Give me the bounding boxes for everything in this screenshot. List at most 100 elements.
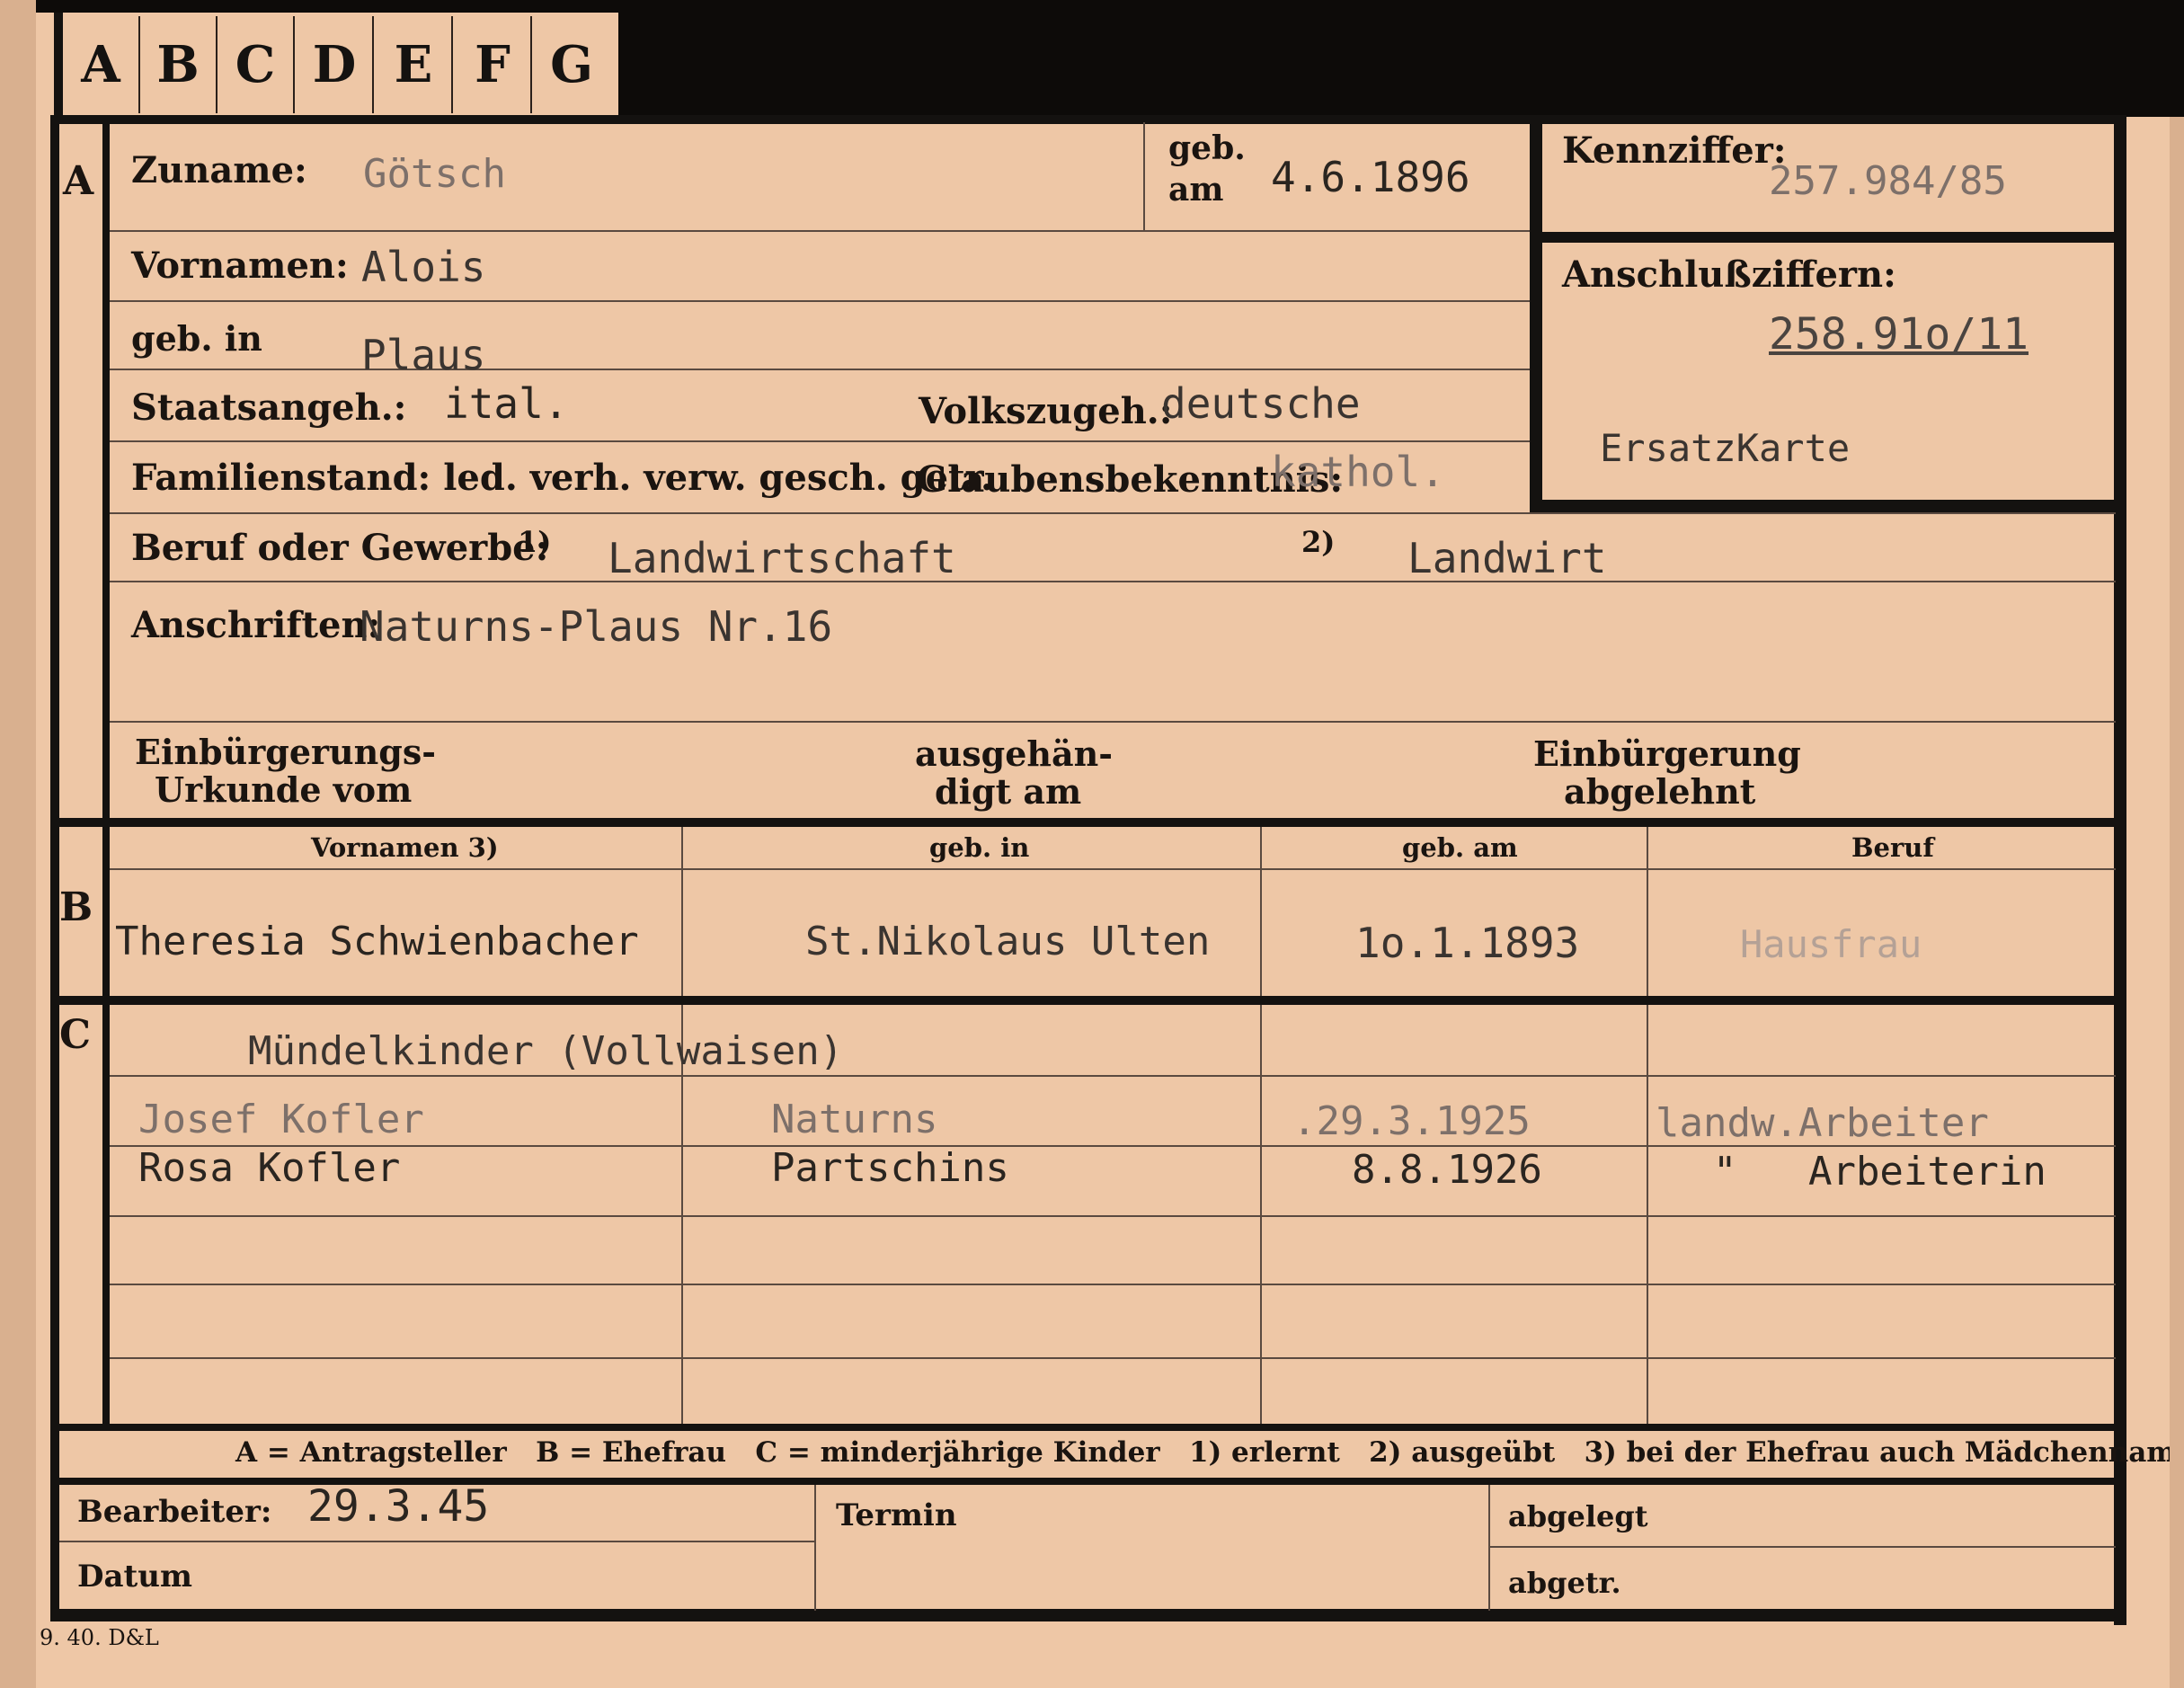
card-left-margin [0, 0, 36, 1688]
rule [814, 1485, 816, 1611]
rule [110, 721, 2116, 723]
rule [110, 1215, 2116, 1217]
frame-left [50, 115, 59, 1609]
vornamen-value: Alois [361, 243, 486, 291]
section-c-top [50, 996, 2117, 1005]
rule [110, 1075, 2116, 1077]
print-code: 9. 40. D&L [40, 1625, 159, 1650]
child-1-occupation: landw.Arbeiter [1656, 1100, 1989, 1146]
kennziffer-box-bottom [1530, 500, 2116, 512]
rule [110, 369, 1530, 370]
abgetragen-label: abgetr. [1508, 1566, 1621, 1600]
anschluss-label: Anschlußziffern: [1562, 253, 1896, 296]
geb-label: geb. [1168, 129, 1246, 167]
card-top-edge [618, 0, 2184, 117]
rule [1647, 827, 1648, 999]
anschriften-value: Naturns-Plaus Nr.16 [360, 602, 833, 651]
birth-date: 4.6.1896 [1271, 153, 1470, 201]
rule [110, 230, 1530, 232]
rule [1488, 1485, 1490, 1611]
child-2-birthdate: 8.8.1926 [1352, 1147, 1542, 1193]
am-label: am [1168, 171, 1224, 209]
child-1-birthdate: .29.3.1925 [1292, 1098, 1531, 1144]
geburtsort-label: geb. in [131, 318, 262, 359]
rule [1143, 122, 1145, 230]
card-top-left-edge [0, 0, 618, 13]
vornamen-label: Vornamen: [131, 244, 349, 287]
section-a-label: A [63, 158, 94, 204]
rule [1490, 1546, 2116, 1548]
spouse-occupation: Hausfrau [1740, 922, 1922, 966]
frame-top [50, 115, 2126, 124]
child-1-name: Josef Kofler [138, 1097, 424, 1142]
child-2-name: Rosa Kofler [138, 1145, 401, 1191]
geburtsort-value: Plaus [361, 331, 486, 379]
beruf-ausgeuebt: Landwirt [1407, 534, 1607, 582]
rule [110, 581, 2116, 582]
volkszugehoerigkeit-value: deutsche [1161, 379, 1361, 428]
section-c-rail [102, 996, 110, 1429]
card-right-edge [2170, 117, 2184, 1688]
tab-e[interactable]: E [376, 16, 453, 113]
tab-d[interactable]: D [297, 16, 374, 113]
registration-card: A B C D E F G A B C Zuname: Götsch geb. … [0, 0, 2184, 1688]
rule [1260, 827, 1262, 999]
child-2-birthplace: Partschins [771, 1145, 1009, 1191]
ausgehaendigt-label-2: digt am [935, 771, 1082, 812]
rule [59, 1541, 814, 1542]
section-c-label: C [59, 1012, 92, 1058]
anschriften-label: Anschriften: [131, 604, 381, 646]
beruf-note-1: 1) [518, 525, 552, 559]
ersatzkarte-stamp: ErsatzKarte [1600, 426, 1851, 470]
rule [110, 1357, 2116, 1359]
volkszugehoerigkeit-label: Volkszugeh.: [919, 390, 1173, 432]
beruf-label: Beruf oder Gewerbe: [131, 527, 549, 569]
zuname-label: Zuname: [131, 149, 307, 191]
abgelegt-label: abgelegt [1508, 1499, 1648, 1533]
child-2-occupation: " Arbeiterin [1713, 1149, 2046, 1195]
rule [110, 1284, 2116, 1285]
child-1-birthplace: Naturns [771, 1097, 938, 1142]
kennziffer-value: 257.984/85 [1769, 158, 2007, 204]
section-b-label: B [59, 884, 93, 930]
frame-bottom [50, 1609, 2126, 1621]
beruf-note-2: 2) [1301, 525, 1336, 559]
rule [110, 868, 2116, 870]
termin-label: Termin [836, 1497, 957, 1533]
bearbeiter-value: 29.3.45 [307, 1481, 490, 1532]
zuname-value: Götsch [363, 151, 506, 197]
einbuergerung-urkunde-label-1: Einbürgerungs- [135, 732, 437, 772]
familienstand-label: Familienstand: led. verh. verw. gesch. g… [131, 457, 993, 499]
spouse-header-gebin: geb. in [929, 832, 1030, 863]
spouse-birthdate: 1o.1.1893 [1355, 919, 1580, 967]
staatsangehoerigkeit-label: Staatsangeh.: [131, 386, 407, 429]
spouse-header-vornamen: Vornamen 3) [311, 832, 499, 863]
kennziffer-box-divider [1530, 232, 2116, 243]
glaubensbekenntnis-value: kathol. [1271, 448, 1445, 496]
kennziffer-label: Kennziffer: [1562, 129, 1787, 172]
ausgehaendigt-label-1: ausgehän- [915, 733, 1114, 774]
spouse-name: Theresia Schwienbacher [115, 919, 639, 964]
einbuergerung-abgelehnt-label-2: abgelehnt [1564, 771, 1756, 812]
rule [681, 827, 683, 999]
tab-a[interactable]: A [63, 16, 140, 113]
spouse-header-beruf: Beruf [1851, 832, 1934, 863]
beruf-erlernt: Landwirtschaft [608, 534, 956, 582]
anschluss-value: 258.91o/11 [1769, 309, 2029, 360]
kennziffer-box-left [1530, 117, 1542, 512]
legend-top [50, 1424, 2117, 1431]
tab-b[interactable]: B [140, 16, 218, 113]
rule [110, 440, 1530, 442]
einbuergerung-abgelehnt-label-1: Einbürgerung [1533, 733, 1801, 774]
datum-label: Datum [77, 1559, 192, 1595]
legend: A = Antragsteller B = Ehefrau C = minder… [235, 1436, 2184, 1469]
tab-c[interactable]: C [218, 16, 295, 113]
tab-g[interactable]: G [534, 16, 609, 113]
frame-right [2114, 115, 2126, 1625]
tab-f[interactable]: F [455, 16, 532, 113]
tab-strip-left-edge [54, 13, 63, 117]
spouse-birthplace: St.Nikolaus Ulten [805, 919, 1211, 964]
rule [110, 512, 2116, 514]
children-heading: Mündelkinder (Vollwaisen) [248, 1028, 844, 1074]
rule [110, 300, 1530, 302]
